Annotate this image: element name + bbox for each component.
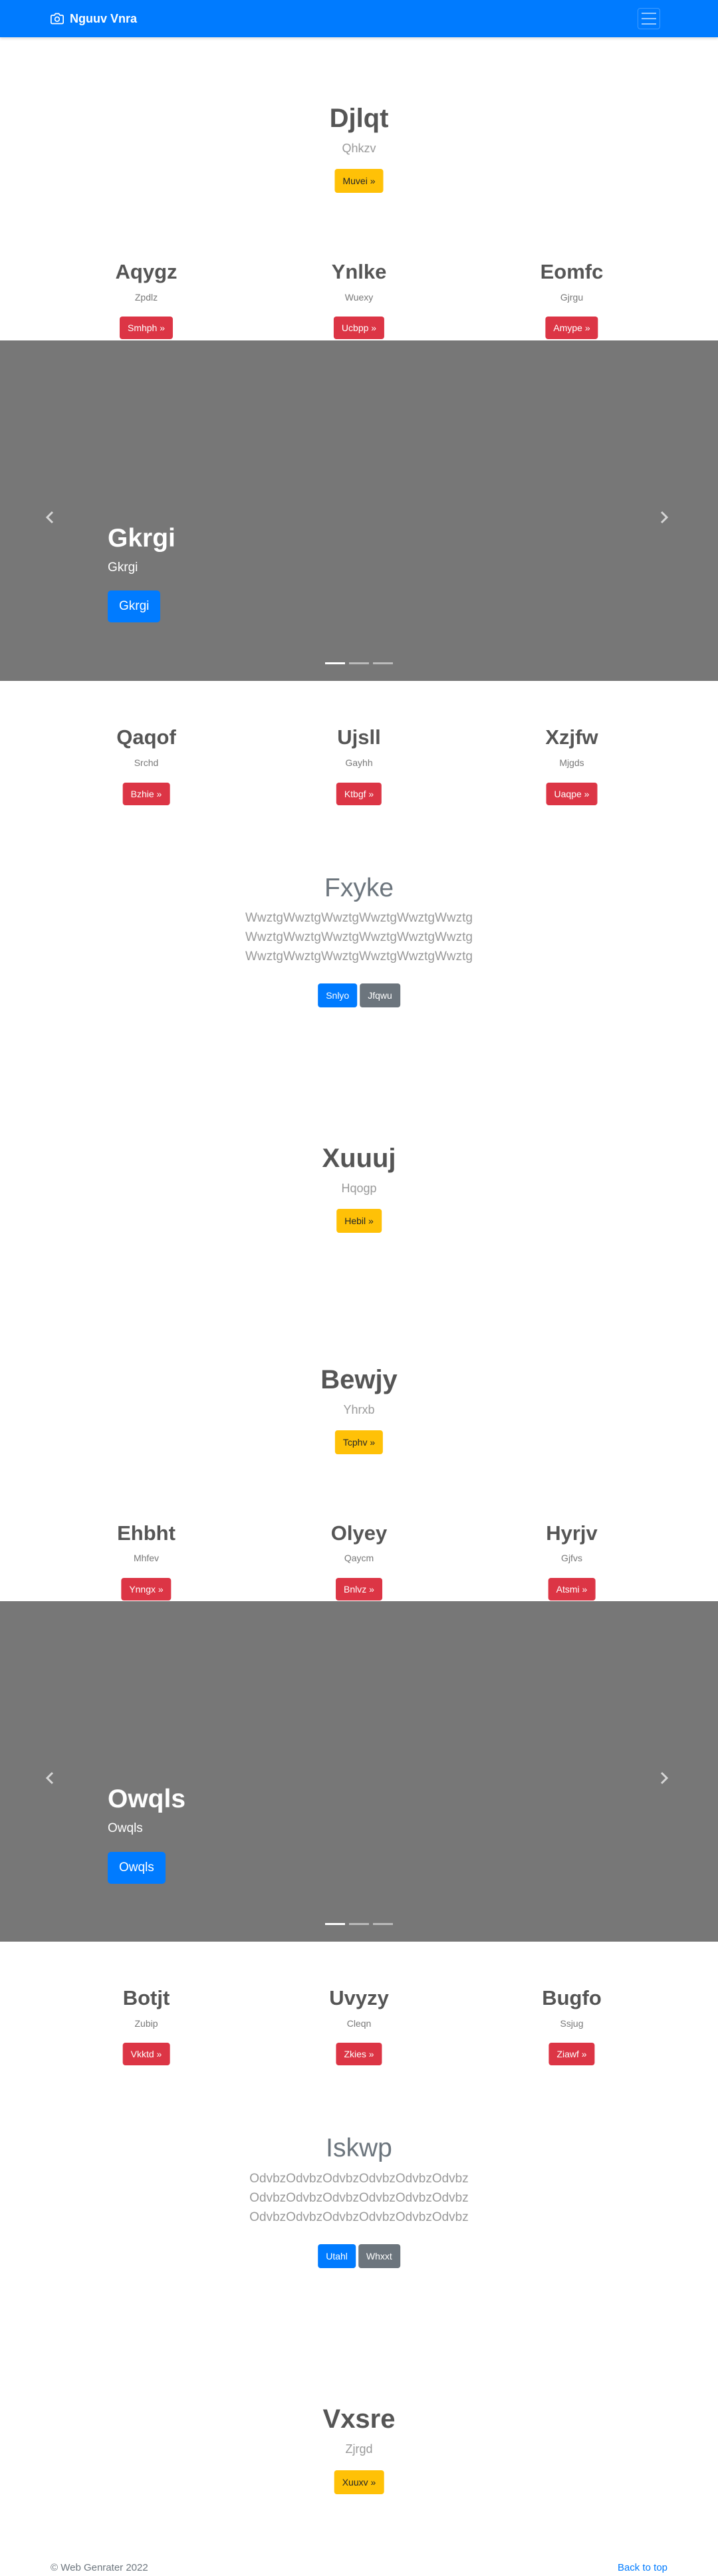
column-text: Ssjug: [560, 2018, 584, 2029]
column-button[interactable]: Bnlvz »: [336, 1578, 382, 1601]
carousel-caption-title: Owqls: [108, 1785, 186, 1813]
column-button[interactable]: Ziawf »: [548, 2043, 595, 2065]
carousel-indicator[interactable]: [373, 1923, 393, 1925]
column-button[interactable]: Zkies »: [336, 2043, 382, 2065]
hero-button[interactable]: Muvei »: [334, 169, 384, 193]
back-to-top-link[interactable]: Back to top: [618, 2562, 667, 2573]
carousel-indicator[interactable]: [325, 662, 345, 664]
column-title: Bugfo: [542, 1986, 602, 2009]
column-text: Gjrgu: [560, 292, 584, 303]
column-text: Gjfvs: [561, 1553, 582, 1563]
column-title: Ynlke: [331, 260, 387, 283]
jumbotron-primary-button[interactable]: Snlyo: [318, 983, 358, 1007]
carousel-next-button[interactable]: [657, 1771, 670, 1788]
hero-title: Vxsre: [322, 2404, 396, 2434]
hamburger-icon-bar: [642, 23, 656, 25]
column-text: Zubip: [134, 2018, 158, 2029]
hero-title: Bewjy: [320, 1365, 398, 1394]
jumbotron-secondary-button[interactable]: Jfqwu: [360, 983, 400, 1007]
hero-button[interactable]: Xuuxv »: [334, 2470, 384, 2494]
carousel-caption-text: Owqls: [108, 1821, 143, 1835]
column-button[interactable]: Smhph »: [119, 317, 174, 339]
column-button[interactable]: Vkktd »: [122, 2043, 170, 2065]
column-button[interactable]: Bzhie »: [122, 783, 170, 805]
column-button[interactable]: Ynngx »: [121, 1578, 172, 1601]
jumbotron-title: Fxyke: [324, 874, 394, 902]
chevron-left-icon: [45, 1771, 54, 1785]
jumbotron-lead-line: OdvbzOdvbzOdvbzOdvbzOdvbzOdvbz: [249, 2191, 469, 2205]
column-title: Hyrjv: [546, 1521, 598, 1545]
column-button[interactable]: Uaqpe »: [546, 783, 598, 805]
hero-button[interactable]: Hebil »: [336, 1209, 382, 1233]
carousel-indicator[interactable]: [349, 662, 369, 664]
column-title: Xzjfw: [545, 725, 598, 749]
chevron-right-icon: [660, 511, 669, 524]
carousel-2: Owqls Owqls Owqls: [0, 1601, 718, 1942]
column-button[interactable]: Atsmi »: [548, 1578, 596, 1601]
carousel-indicator[interactable]: [325, 1923, 345, 1925]
hero-subtitle: Yhrxb: [343, 1403, 375, 1416]
brand-label: Nguuv Vnra: [70, 11, 138, 25]
column-text: Zpdlz: [134, 292, 158, 303]
carousel-indicator[interactable]: [349, 1923, 369, 1925]
navbar-toggler-button[interactable]: [638, 8, 660, 29]
jumbotron-buttons: Utahl Whxxt: [318, 2244, 400, 2268]
carousel-caption-text: Gkrgi: [108, 561, 138, 575]
hero-subtitle: Hqogp: [341, 1182, 377, 1195]
chevron-right-icon: [660, 1771, 669, 1785]
navbar: Nguuv Vnra: [0, 0, 718, 37]
carousel-next-button[interactable]: [657, 511, 670, 527]
column-button[interactable]: Ucbpp »: [333, 317, 385, 339]
carousel-indicators: [325, 1923, 393, 1925]
hamburger-icon-bar: [642, 18, 656, 19]
column-title: Ehbht: [117, 1521, 176, 1545]
carousel-prev-button[interactable]: [44, 1771, 57, 1788]
column-text: Mhfev: [133, 1553, 160, 1563]
carousel-indicators: [325, 662, 393, 664]
carousel-caption-title: Gkrgi: [108, 524, 176, 553]
jumbotron-buttons: Snlyo Jfqwu: [318, 983, 400, 1007]
jumbotron-title: Iskwp: [326, 2134, 392, 2162]
hero-subtitle: Qhkzv: [342, 142, 376, 155]
jumbotron-lead-line: OdvbzOdvbzOdvbzOdvbzOdvbzOdvbz: [249, 2210, 469, 2224]
column-text: Cleqn: [346, 2018, 372, 2029]
jumbotron-lead-line: OdvbzOdvbzOdvbzOdvbzOdvbzOdvbz: [249, 2172, 469, 2186]
column-title: Aqygz: [115, 260, 178, 283]
carousel-caption-button[interactable]: Owqls: [108, 1852, 166, 1884]
jumbotron-lead-line: WwztgWwztgWwztgWwztgWwztgWwztg: [245, 930, 473, 944]
column-title: Uvyzy: [329, 1986, 389, 2009]
jumbotron-secondary-button[interactable]: Whxxt: [358, 2244, 400, 2268]
carousel-caption-button[interactable]: Gkrgi: [108, 590, 161, 622]
carousel-indicator[interactable]: [373, 662, 393, 664]
jumbotron-lead-line: WwztgWwztgWwztgWwztgWwztgWwztg: [245, 911, 473, 925]
column-text: Srchd: [134, 757, 159, 768]
hero-title: Xuuuj: [322, 1144, 396, 1173]
hero-button[interactable]: Tcphv »: [334, 1430, 384, 1454]
camera-icon: [51, 13, 64, 25]
navbar-brand[interactable]: Nguuv Vnra: [51, 11, 137, 27]
column-text: Wuexy: [344, 292, 374, 303]
column-text: Mjgds: [559, 757, 584, 768]
chevron-left-icon: [45, 511, 54, 524]
column-text: Qaycm: [344, 1553, 374, 1563]
column-title: Eomfc: [540, 260, 604, 283]
column-title: Qaqof: [116, 725, 176, 749]
column-button[interactable]: Ktbgf »: [336, 783, 382, 805]
column-title: Botjt: [122, 1986, 170, 2009]
hamburger-icon: [642, 13, 656, 14]
hero-subtitle: Zjrgd: [345, 2442, 373, 2456]
jumbotron-lead-line: WwztgWwztgWwztgWwztgWwztgWwztg: [245, 950, 473, 964]
column-button[interactable]: Amype »: [545, 317, 598, 339]
hero-title: Djlqt: [329, 104, 389, 133]
jumbotron-primary-button[interactable]: Utahl: [318, 2244, 356, 2268]
carousel-1: Gkrgi Gkrgi Gkrgi: [0, 340, 718, 681]
carousel-prev-button[interactable]: [44, 511, 57, 527]
column-title: Olyey: [330, 1521, 388, 1545]
column-title: Ujsll: [337, 725, 381, 749]
column-text: Gayhh: [345, 757, 373, 768]
footer-copyright: © Web Genrater 2022: [51, 2562, 148, 2573]
